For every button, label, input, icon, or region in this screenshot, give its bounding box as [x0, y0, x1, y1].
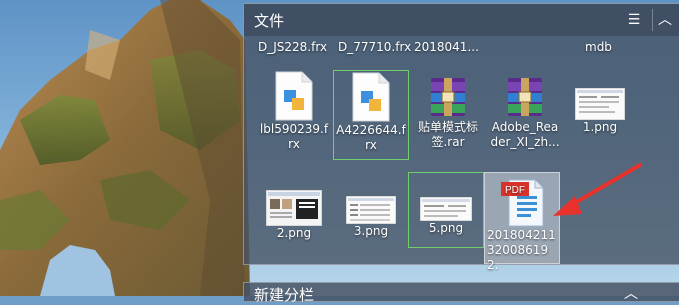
- fence-header[interactable]: 文件 ☰ ︿: [244, 4, 679, 36]
- file-label: lbl590239.frx: [259, 122, 329, 151]
- collapse-icon[interactable]: ︿: [624, 283, 638, 303]
- pdf-badge: PDF: [505, 185, 525, 196]
- winrar-archive-icon: [431, 78, 465, 116]
- file-item-5png[interactable]: 5.png: [408, 172, 484, 248]
- frx-file-icon: [352, 72, 390, 122]
- file-item-2png[interactable]: 2.png: [256, 190, 332, 250]
- file-label[interactable]: D_JS228.frx: [258, 40, 327, 54]
- file-item-lbl590239[interactable]: lbl590239.frx: [256, 70, 332, 160]
- desktop-fence-files: 文件 ☰ ︿ D_JS228.frx D_77710.frx 2018041..…: [243, 3, 679, 272]
- pdf-file-icon: PDF: [501, 179, 544, 227]
- fence-title: 文件: [254, 12, 285, 30]
- file-label[interactable]: 2018041...: [414, 40, 479, 54]
- desktop-fence-new[interactable]: 新建分栏 ︿: [243, 282, 679, 304]
- file-label: 2.png: [276, 226, 312, 240]
- file-label: 5.png: [428, 221, 464, 235]
- menu-icon[interactable]: ☰: [622, 9, 646, 31]
- png-thumbnail-icon: [420, 197, 472, 221]
- file-item-1png[interactable]: 1.png: [562, 88, 638, 148]
- file-label: 1.png: [582, 120, 618, 134]
- fence-title: 新建分栏: [254, 286, 315, 304]
- file-label: 贴单模式标签.rar: [417, 120, 478, 149]
- png-thumbnail-icon: [346, 196, 396, 224]
- file-item-pdf[interactable]: PDF 20180421132008619 2.: [484, 172, 560, 272]
- file-item-A4226644[interactable]: A4226644.frx: [333, 70, 409, 160]
- png-thumbnail-icon: [575, 88, 625, 120]
- file-label: A4226644.frx: [336, 123, 406, 152]
- file-item-3png[interactable]: 3.png: [333, 196, 409, 248]
- png-thumbnail-icon: [266, 190, 322, 226]
- collapse-icon[interactable]: ︿: [652, 9, 677, 31]
- file-label[interactable]: D_77710.frx: [338, 40, 411, 54]
- file-label: 20180421132008619 2.: [487, 228, 556, 272]
- file-label: Adobe_Reader_XI_zh...: [490, 120, 560, 149]
- file-item-adobe-reader[interactable]: Adobe_Reader_XI_zh...: [487, 74, 563, 162]
- winrar-archive-icon: [508, 78, 542, 116]
- file-label: 3.png: [353, 224, 389, 238]
- file-item-rar[interactable]: 贴单模式标签.rar: [410, 74, 486, 162]
- file-label[interactable]: mdb: [585, 40, 612, 54]
- frx-file-icon: [275, 71, 313, 121]
